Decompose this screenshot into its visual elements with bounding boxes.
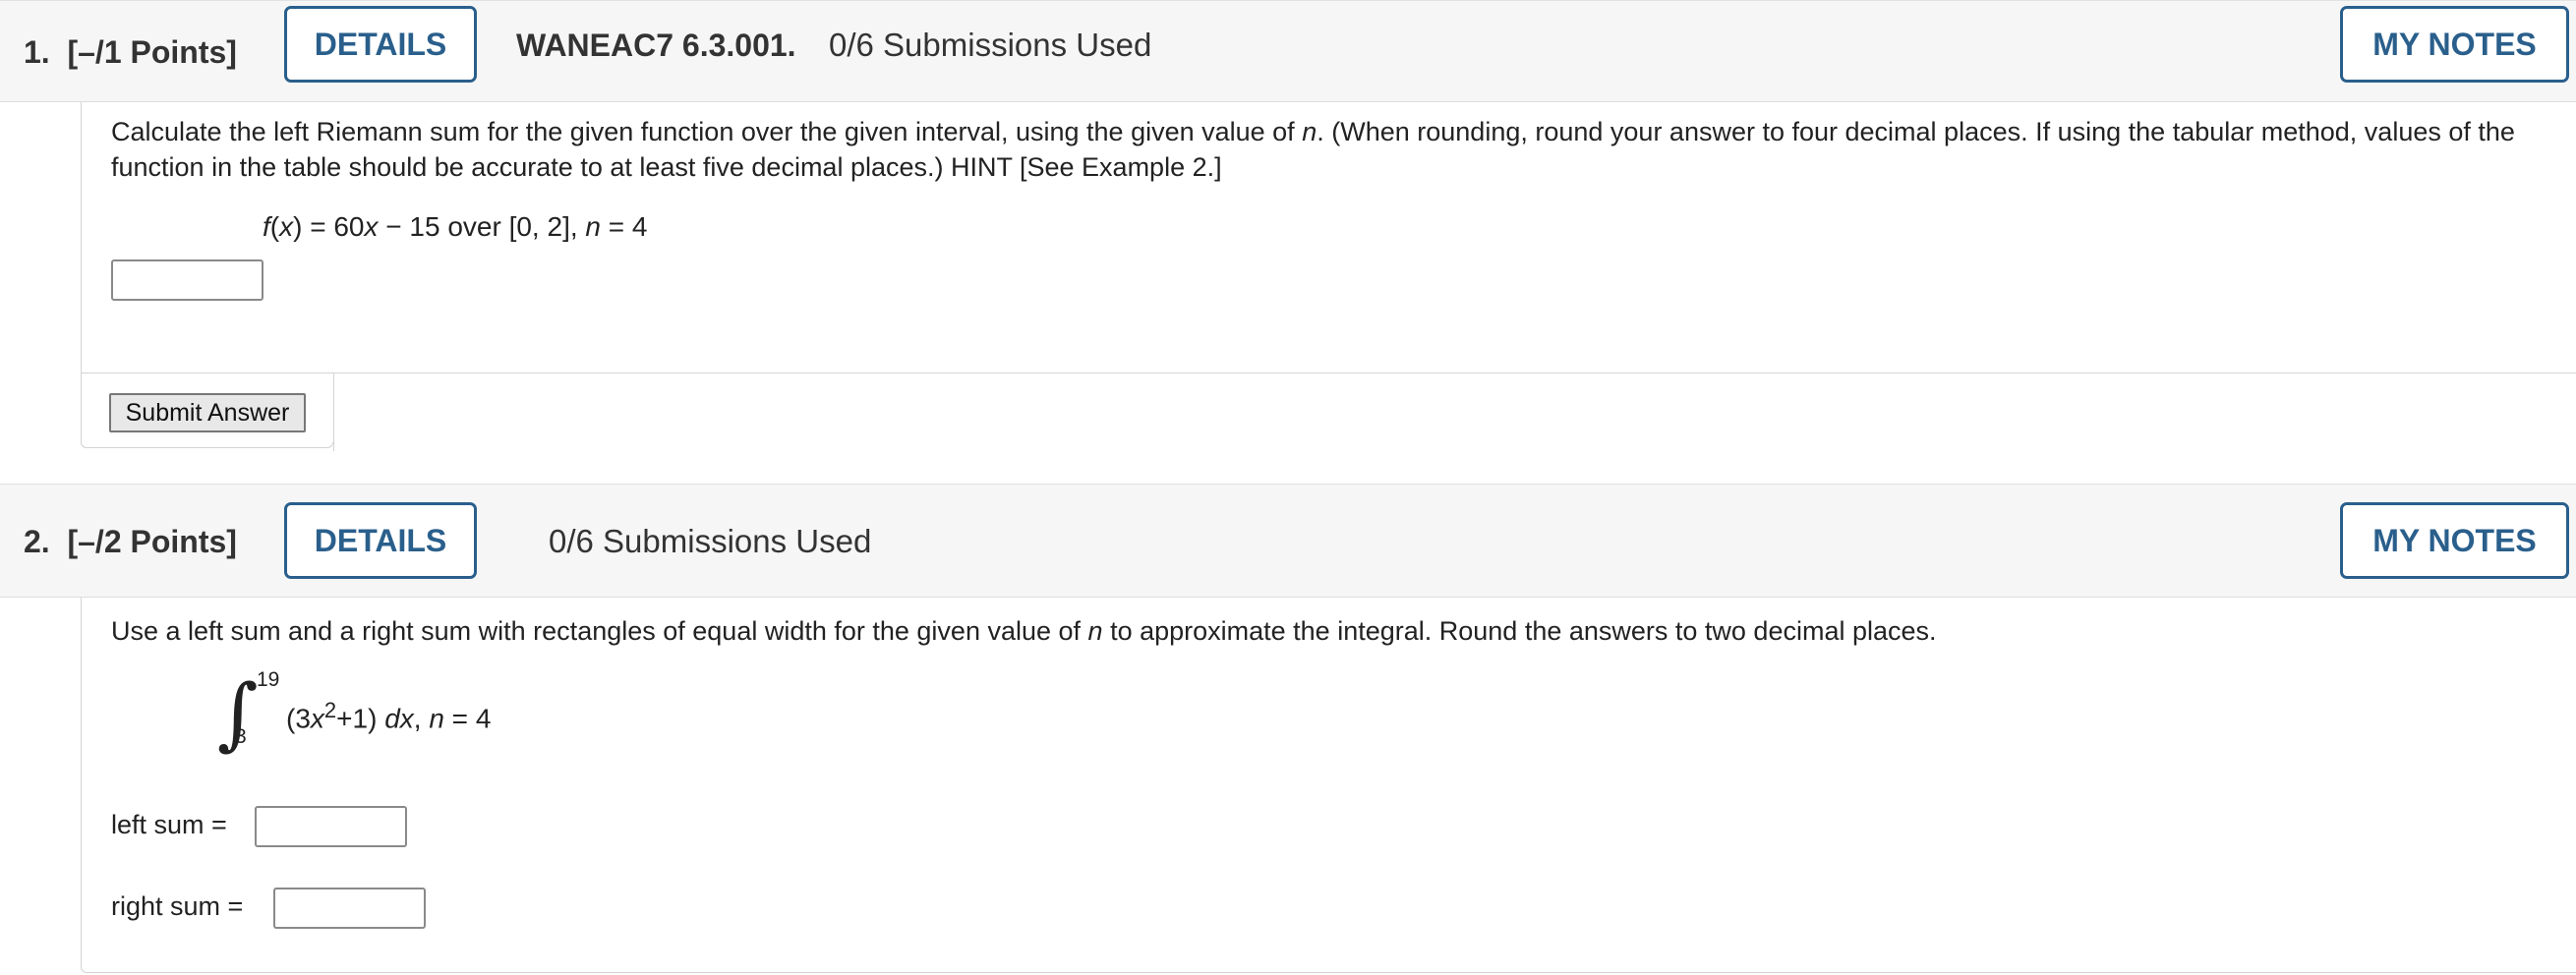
math-exponent: 2	[323, 698, 337, 722]
math-text: ) = 60	[293, 211, 365, 242]
prompt-text-end: to approximate the integral. Round the a…	[1102, 616, 1937, 646]
math-text: ,	[413, 703, 430, 734]
math-text: = 4	[443, 703, 492, 734]
my-notes-button[interactable]: MY NOTES	[2340, 6, 2569, 83]
question-prompt: Calculate the left Riemann sum for the g…	[111, 114, 2517, 185]
question-prompt: Use a left sum and a right sum with rect…	[111, 613, 2517, 649]
math-x: x	[310, 703, 324, 734]
math-text: = 4	[600, 211, 648, 242]
my-notes-button[interactable]: MY NOTES	[2340, 502, 2569, 579]
question-1-body: Calculate the left Riemann sum for the g…	[81, 102, 2576, 451]
function-expression: f(x) = 60x − 15 over [0, 2], n = 4	[263, 211, 648, 242]
right-sum-input[interactable]	[273, 888, 426, 929]
left-sum-label: left sum =	[111, 810, 227, 839]
math-text: +1)	[336, 703, 385, 734]
question-1-points: 1. [–/1 Points]	[24, 1, 237, 103]
math-n: n	[429, 703, 444, 734]
details-button[interactable]: DETAILS	[284, 6, 477, 83]
prompt-text: Use a left sum and a right sum with rect…	[111, 616, 1088, 646]
question-number: 1.	[24, 34, 50, 70]
details-button[interactable]: DETAILS	[284, 502, 477, 579]
prompt-variable: n	[1302, 117, 1317, 146]
question-2-body: Use a left sum and a right sum with rect…	[81, 598, 2576, 973]
submit-area-corner	[81, 442, 333, 448]
points-label: [–/1 Points]	[67, 34, 237, 70]
math-f: f	[263, 211, 270, 242]
submit-answer-button[interactable]: Submit Answer	[109, 393, 306, 432]
integral-upper-limit: 19	[257, 668, 280, 691]
math-x: x	[364, 211, 379, 242]
math-n: n	[585, 211, 601, 242]
submissions-used: 0/6 Submissions Used	[549, 523, 872, 559]
prompt-text: Calculate the left Riemann sum for the g…	[111, 117, 1303, 146]
math-text: (3	[286, 703, 311, 734]
math-dx: dx	[384, 703, 414, 734]
prompt-variable: n	[1087, 616, 1103, 646]
integral-lower-limit: 3	[235, 725, 247, 748]
question-number: 2.	[24, 524, 50, 559]
question-2-header: 2. [–/2 Points] DETAILS 0/6 Submissions …	[0, 484, 2576, 598]
integrand: (3x2+1) dx, n = 4	[286, 698, 491, 734]
right-sum-label: right sum =	[111, 891, 244, 921]
question-1-header: 1. [–/1 Points] DETAILS WANEAC7 6.3.001.…	[0, 0, 2576, 102]
assignment-id: WANEAC7 6.3.001.	[516, 28, 796, 63]
math-x: x	[279, 211, 294, 242]
points-label: [–/2 Points]	[67, 524, 237, 559]
submissions-used: 0/6 Submissions Used	[829, 27, 1152, 63]
left-sum-input[interactable]	[255, 806, 407, 847]
math-text: − 15 over [0, 2],	[378, 211, 586, 242]
answer-input[interactable]	[111, 259, 263, 301]
question-2-points: 2. [–/2 Points]	[24, 485, 237, 599]
